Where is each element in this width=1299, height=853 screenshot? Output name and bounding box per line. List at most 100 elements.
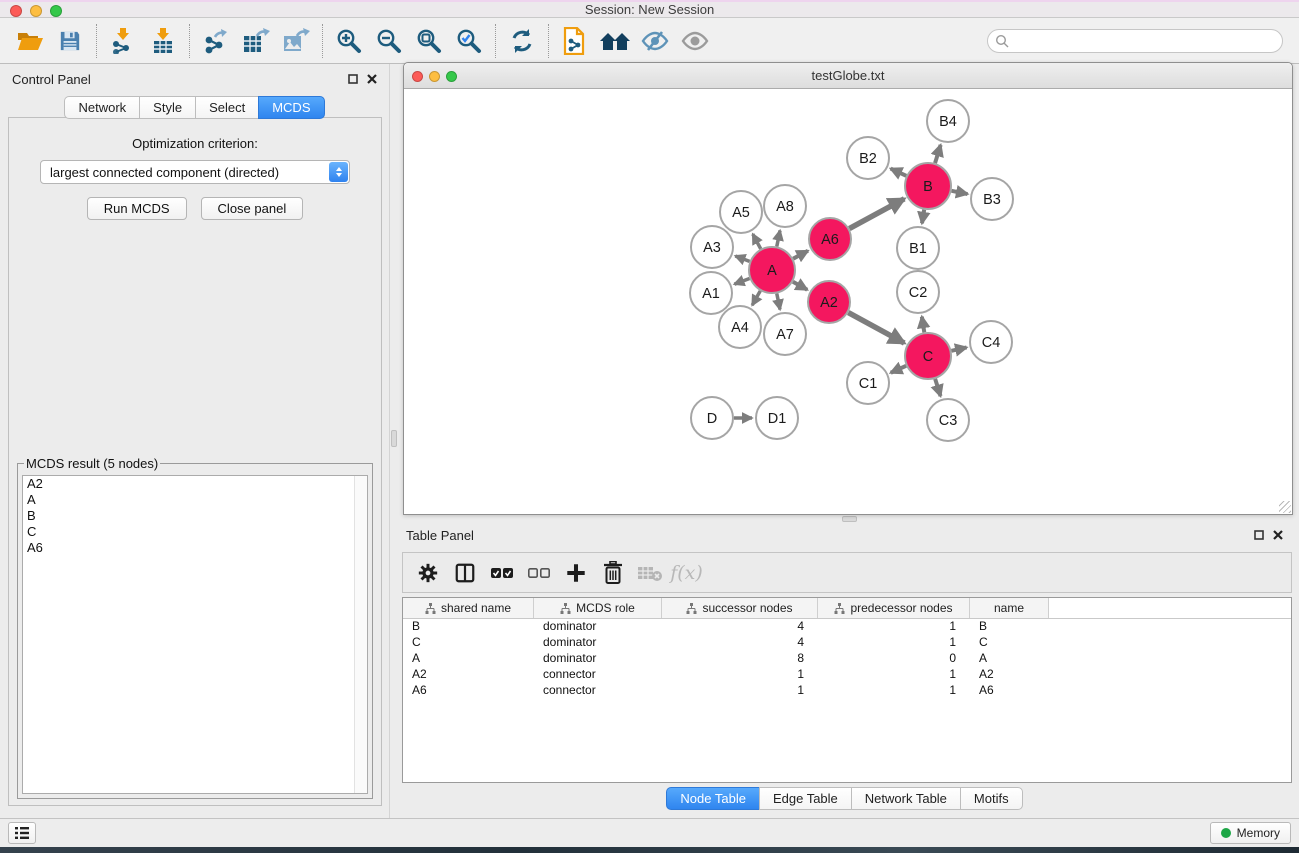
- graph-node-B[interactable]: B: [905, 163, 951, 209]
- table-row[interactable]: Adominator80A: [403, 651, 1291, 667]
- tab-network-table[interactable]: Network Table: [851, 787, 960, 810]
- result-item[interactable]: A2: [23, 476, 367, 492]
- search-field[interactable]: [987, 29, 1283, 53]
- import-network-button[interactable]: [103, 23, 143, 59]
- mcds-result-list[interactable]: A2ABCA6: [22, 475, 368, 794]
- graph-node-B2[interactable]: B2: [847, 137, 889, 179]
- graph-node-A[interactable]: A: [749, 247, 795, 293]
- graph-node-A3[interactable]: A3: [691, 226, 733, 268]
- result-item[interactable]: B: [23, 508, 367, 524]
- tab-motifs[interactable]: Motifs: [960, 787, 1023, 810]
- run-mcds-button[interactable]: Run MCDS: [87, 197, 187, 220]
- graph-node-B3[interactable]: B3: [971, 178, 1013, 220]
- close-panel-icon[interactable]: [367, 74, 377, 84]
- criterion-select[interactable]: largest connected component (directed): [40, 160, 350, 184]
- zoom-out-button[interactable]: [369, 23, 409, 59]
- close-panel-icon[interactable]: [1273, 530, 1283, 540]
- graph-node-C[interactable]: C: [905, 333, 951, 379]
- zoom-fit-button[interactable]: [409, 23, 449, 59]
- split-panel-button[interactable]: [448, 557, 481, 589]
- desktop-vertical-scrollbar[interactable]: [391, 430, 397, 447]
- column-header-name[interactable]: name: [970, 598, 1049, 618]
- graph-node-A1[interactable]: A1: [690, 272, 732, 314]
- graph-node-A7[interactable]: A7: [764, 313, 806, 355]
- column-header-successor-nodes[interactable]: successor nodes: [662, 598, 818, 618]
- table-row[interactable]: A6connector11A6: [403, 683, 1291, 699]
- share-document-button[interactable]: [555, 23, 595, 59]
- graph-edge-B-B4[interactable]: [935, 145, 941, 163]
- zoom-in-button[interactable]: [329, 23, 369, 59]
- float-panel-icon[interactable]: [348, 74, 358, 84]
- graph-edge-C-C1[interactable]: [891, 366, 906, 373]
- graph-node-A5[interactable]: A5: [720, 191, 762, 233]
- table-row[interactable]: A2connector11A2: [403, 667, 1291, 683]
- tab-mcds[interactable]: MCDS: [258, 96, 324, 119]
- graph-edge-A-A5[interactable]: [753, 234, 761, 249]
- graph-edge-A6-B[interactable]: [849, 199, 904, 229]
- graph-edge-A-A8[interactable]: [777, 230, 780, 246]
- show-eye-button[interactable]: [675, 23, 715, 59]
- graph-node-C4[interactable]: C4: [970, 321, 1012, 363]
- graph-edge-A-A1[interactable]: [734, 278, 749, 284]
- network-graph[interactable]: B4 B2 B B3 A5A8A6 A3 B1 A A1 C2 A2 A4A7 C4 C C1 C3 D D1: [404, 89, 1292, 514]
- close-panel-button[interactable]: Close panel: [201, 197, 304, 220]
- graph-edge-B-B3[interactable]: [952, 191, 968, 194]
- graph-edge-A-A6[interactable]: [793, 251, 808, 259]
- refresh-button[interactable]: [502, 23, 542, 59]
- graph-node-A2[interactable]: A2: [808, 281, 850, 323]
- select-all-button[interactable]: [485, 557, 518, 589]
- graph-node-B4[interactable]: B4: [927, 100, 969, 142]
- net-zoom-icon[interactable]: [446, 71, 457, 82]
- graph-node-C2[interactable]: C2: [897, 271, 939, 313]
- deselect-all-button[interactable]: [522, 557, 555, 589]
- homes-button[interactable]: [595, 23, 635, 59]
- graph-node-B1[interactable]: B1: [897, 227, 939, 269]
- memory-button[interactable]: Memory: [1210, 822, 1291, 844]
- import-table-button[interactable]: [143, 23, 183, 59]
- graph-node-A6[interactable]: A6: [809, 218, 851, 260]
- net-minimize-icon[interactable]: [429, 71, 440, 82]
- graph-edge-A-A2[interactable]: [793, 282, 807, 290]
- tab-edge-table[interactable]: Edge Table: [759, 787, 851, 810]
- table-row[interactable]: Bdominator41B: [403, 619, 1291, 635]
- table-settings-button[interactable]: [411, 557, 444, 589]
- result-scrollbar[interactable]: [354, 476, 367, 793]
- hide-eye-button[interactable]: [635, 23, 675, 59]
- graph-node-D[interactable]: D: [691, 397, 733, 439]
- graph-node-C3[interactable]: C3: [927, 399, 969, 441]
- graph-edge-C-C2[interactable]: [922, 317, 924, 333]
- network-canvas[interactable]: B4 B2 B B3 A5A8A6 A3 B1 A A1 C2 A2 A4A7 C4 C C1 C3 D D1: [404, 89, 1292, 514]
- graph-node-C1[interactable]: C1: [847, 362, 889, 404]
- graph-node-D1[interactable]: D1: [756, 397, 798, 439]
- network-window-titlebar[interactable]: testGlobe.txt: [404, 63, 1292, 89]
- open-session-button[interactable]: [10, 23, 50, 59]
- table-row[interactable]: Cdominator41C: [403, 635, 1291, 651]
- graph-node-A4[interactable]: A4: [719, 306, 761, 348]
- float-panel-icon[interactable]: [1254, 530, 1264, 540]
- window-resize-grip[interactable]: [1279, 501, 1291, 513]
- export-table-button[interactable]: [236, 23, 276, 59]
- export-image-button[interactable]: [276, 23, 316, 59]
- column-header-MCDS-role[interactable]: MCDS role: [534, 598, 662, 618]
- tab-network[interactable]: Network: [64, 96, 139, 119]
- delete-column-button[interactable]: [596, 557, 629, 589]
- graph-edge-C-C4[interactable]: [951, 347, 966, 350]
- close-window-icon[interactable]: [10, 5, 22, 17]
- net-close-icon[interactable]: [412, 71, 423, 82]
- graph-edge-A-A3[interactable]: [735, 256, 749, 261]
- result-item[interactable]: A: [23, 492, 367, 508]
- save-session-button[interactable]: [50, 23, 90, 59]
- graph-edge-B-B2[interactable]: [891, 169, 907, 176]
- tab-node-table[interactable]: Node Table: [666, 787, 759, 810]
- column-header-predecessor-nodes[interactable]: predecessor nodes: [818, 598, 970, 618]
- export-network-button[interactable]: [196, 23, 236, 59]
- result-item[interactable]: A6: [23, 540, 367, 556]
- zoom-window-icon[interactable]: [50, 5, 62, 17]
- minimize-window-icon[interactable]: [30, 5, 42, 17]
- result-item[interactable]: C: [23, 524, 367, 540]
- graph-edge-A-A4[interactable]: [752, 291, 760, 305]
- graph-node-A8[interactable]: A8: [764, 185, 806, 227]
- task-history-button[interactable]: [8, 822, 36, 844]
- graph-edge-A-A7[interactable]: [777, 294, 780, 310]
- tab-style[interactable]: Style: [139, 96, 195, 119]
